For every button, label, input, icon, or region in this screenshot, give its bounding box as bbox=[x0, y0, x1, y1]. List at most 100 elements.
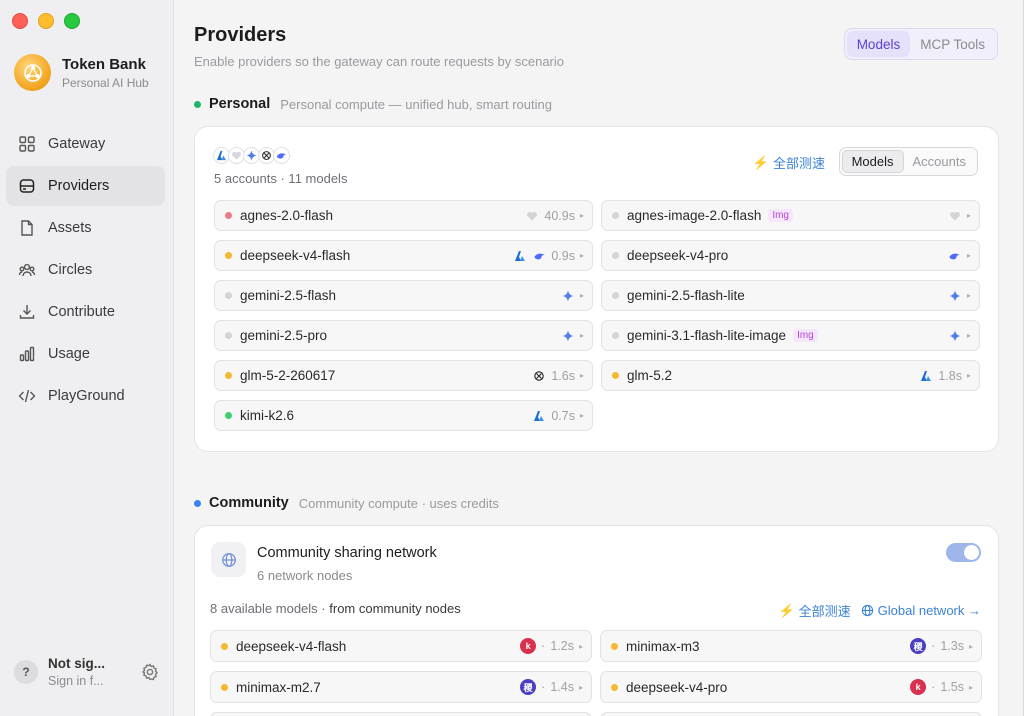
globe-icon bbox=[861, 604, 873, 617]
community-network-title: Community sharing network bbox=[257, 545, 437, 561]
community-available-summary: 8 available models · from community node… bbox=[210, 601, 461, 616]
model-row[interactable] bbox=[210, 712, 592, 716]
brand: Token Bank Personal AI Hub bbox=[14, 54, 149, 91]
chevron-right-icon: ▸ bbox=[968, 641, 973, 651]
model-row[interactable]: minimax-m2.7 稷 · 1.4s ▸ bbox=[210, 671, 592, 703]
model-row[interactable]: deepseek-v4-flash 0.9s ▸ bbox=[214, 240, 593, 271]
model-row[interactable]: agnes-2.0-flash 40.9s ▸ bbox=[214, 200, 593, 231]
chevron-right-icon: ▸ bbox=[579, 291, 584, 300]
model-row[interactable]: kimi-k2.6 0.7s ▸ bbox=[214, 400, 593, 431]
personal-status-dot bbox=[194, 100, 201, 108]
node-badge: k bbox=[520, 638, 537, 654]
model-name: deepseek-v4-flash bbox=[240, 248, 351, 263]
model-meta: 稷 · 1.4s ▸ bbox=[520, 679, 583, 695]
model-meta: k · 1.2s ▸ bbox=[520, 638, 583, 654]
model-name: deepseek-v4-pro bbox=[626, 679, 728, 695]
status-dot bbox=[225, 212, 232, 219]
model-row[interactable]: gemini-2.5-flash-lite ▸ bbox=[601, 280, 980, 311]
sidebar-item-playground[interactable]: PlayGround bbox=[6, 376, 165, 416]
gemini-icon bbox=[561, 329, 575, 343]
deepseek-icon bbox=[532, 249, 546, 263]
community-section-title: Community bbox=[209, 495, 289, 511]
people-icon bbox=[18, 263, 36, 277]
personal-section-title: Personal bbox=[209, 96, 271, 112]
download-icon bbox=[19, 305, 35, 319]
model-name: deepseek-v4-flash bbox=[236, 638, 347, 654]
azure-icon bbox=[532, 409, 546, 423]
window-controls bbox=[12, 13, 80, 29]
sidebar-item-label: Assets bbox=[48, 220, 92, 236]
image-tag: Img bbox=[793, 329, 818, 342]
model-name: glm-5.2 bbox=[627, 368, 673, 383]
sidebar-item-usage[interactable]: Usage bbox=[6, 334, 165, 374]
global-network-link[interactable]: Global network → bbox=[861, 603, 981, 618]
gemini-icon bbox=[561, 289, 575, 303]
model-row[interactable]: gemini-2.5-flash ▸ bbox=[214, 280, 593, 311]
gemini-icon bbox=[948, 289, 962, 303]
tab-models[interactable]: Models bbox=[846, 31, 911, 57]
user-panel[interactable]: ? Not sig... Sign in f... bbox=[14, 656, 160, 688]
sidebar-item-providers[interactable]: Providers bbox=[6, 166, 165, 206]
model-row[interactable]: glm-5-2-260617 1.6s ▸ bbox=[214, 360, 593, 391]
zoom-window-button[interactable] bbox=[64, 13, 80, 29]
close-window-button[interactable] bbox=[12, 13, 28, 29]
model-row[interactable]: glm-5.2 1.8s ▸ bbox=[601, 360, 980, 391]
model-row[interactable] bbox=[600, 712, 982, 716]
separator: · bbox=[931, 680, 936, 694]
tab-mcp-tools[interactable]: MCP Tools bbox=[910, 31, 995, 57]
sidebar: Token Bank Personal AI Hub Gateway Provi… bbox=[0, 0, 174, 716]
community-enable-toggle[interactable] bbox=[946, 543, 981, 562]
model-name: minimax-m3 bbox=[626, 638, 700, 654]
provider-icon-stack bbox=[213, 147, 290, 164]
community-card: Community sharing network 6 network node… bbox=[194, 525, 999, 716]
sidebar-item-assets[interactable]: Assets bbox=[6, 208, 165, 248]
community-actions: ⚡ 全部测速 Global network → bbox=[778, 601, 981, 620]
model-name: deepseek-v4-pro bbox=[627, 248, 729, 263]
test-all-speed-button[interactable]: ⚡ 全部测速 bbox=[753, 153, 825, 172]
status-dot bbox=[611, 683, 618, 691]
model-name: minimax-m2.7 bbox=[236, 679, 321, 695]
sidebar-item-circles[interactable]: Circles bbox=[6, 250, 165, 290]
model-row[interactable]: gemini-2.5-pro ▸ bbox=[214, 320, 593, 351]
test-all-speed-community-button[interactable]: ⚡ 全部测速 bbox=[778, 601, 850, 620]
model-row[interactable]: gemini-3.1-flash-lite-image Img ▸ bbox=[601, 320, 980, 351]
lightning-icon: ⚡ bbox=[778, 602, 795, 618]
chevron-right-icon: ▸ bbox=[968, 682, 973, 692]
tab-personal-accounts[interactable]: Accounts bbox=[904, 150, 975, 173]
community-status-dot bbox=[194, 499, 201, 507]
status-dot bbox=[221, 642, 228, 650]
model-meta: ▸ bbox=[561, 329, 584, 343]
separator: · bbox=[541, 639, 546, 653]
model-meta: 0.7s ▸ bbox=[532, 409, 584, 423]
community-test-all-label: 全部测速 bbox=[798, 604, 851, 619]
personal-card: 5 accounts · 11 models ⚡ 全部测速 Models Acc… bbox=[194, 126, 999, 452]
model-meta: 40.9s ▸ bbox=[525, 209, 584, 223]
minimize-window-button[interactable] bbox=[38, 13, 54, 29]
model-name: agnes-2.0-flash bbox=[240, 208, 334, 223]
gemini-icon bbox=[948, 329, 962, 343]
main-content: Providers Enable providers so the gatewa… bbox=[174, 0, 1024, 716]
bar-chart-icon bbox=[19, 346, 35, 362]
model-row[interactable]: deepseek-v4-pro ▸ bbox=[601, 240, 980, 271]
community-section-desc: Community compute · uses credits bbox=[298, 495, 499, 511]
page-subtitle: Enable providers so the gateway can rout… bbox=[194, 54, 564, 69]
tab-personal-models[interactable]: Models bbox=[841, 150, 904, 173]
model-row[interactable]: agnes-image-2.0-flash Img ▸ bbox=[601, 200, 980, 231]
sidebar-item-gateway[interactable]: Gateway bbox=[6, 124, 165, 164]
status-dot bbox=[225, 412, 232, 419]
model-row[interactable]: deepseek-v4-pro k · 1.5s ▸ bbox=[600, 671, 982, 703]
status-dot bbox=[225, 252, 232, 259]
model-meta: ▸ bbox=[948, 209, 971, 223]
separator: · bbox=[541, 680, 546, 694]
status-dot bbox=[611, 642, 618, 650]
chevron-right-icon: ▸ bbox=[579, 411, 584, 420]
status-dot bbox=[225, 372, 232, 379]
latency: 0.9s bbox=[551, 248, 575, 263]
gear-icon[interactable] bbox=[140, 662, 160, 682]
model-row[interactable]: minimax-m3 稷 · 1.3s ▸ bbox=[600, 630, 982, 662]
model-row[interactable]: deepseek-v4-flash k · 1.2s ▸ bbox=[210, 630, 592, 662]
model-meta: 1.6s ▸ bbox=[532, 369, 584, 383]
sidebar-item-contribute[interactable]: Contribute bbox=[6, 292, 165, 332]
chevron-right-icon: ▸ bbox=[579, 251, 584, 260]
personal-section-header: Personal Personal compute — unified hub,… bbox=[194, 96, 552, 112]
